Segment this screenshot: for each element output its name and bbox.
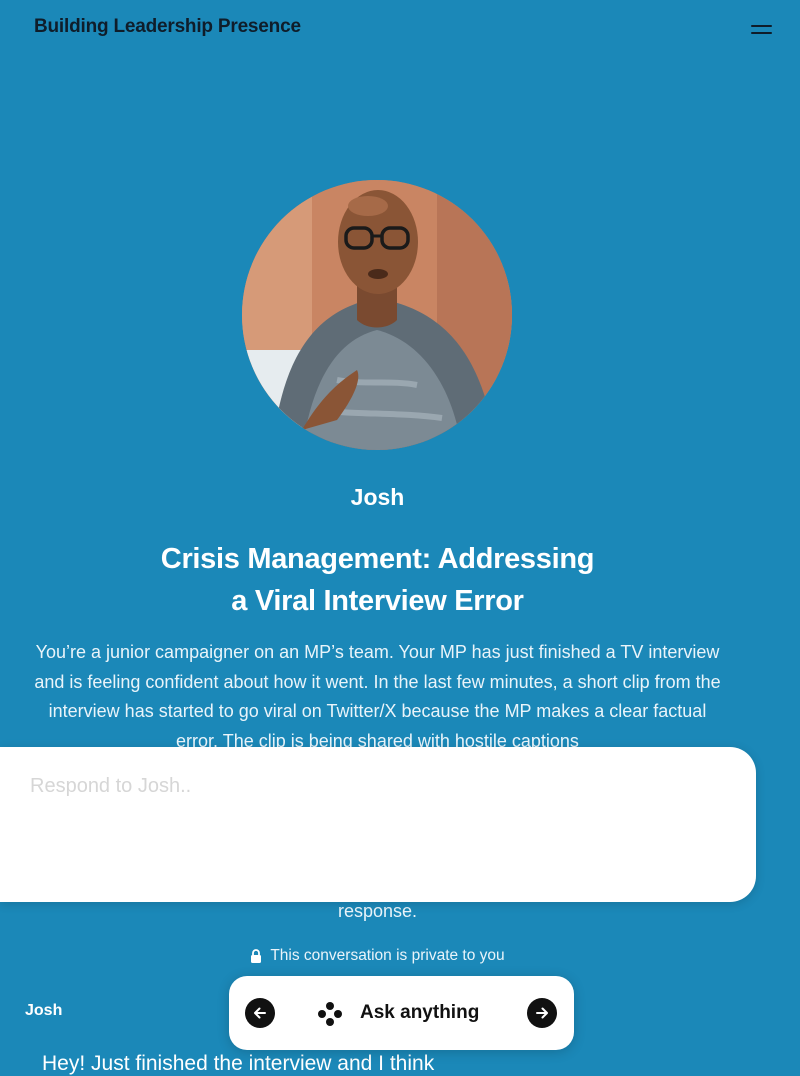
forward-button[interactable] [527,998,557,1028]
avatar [242,180,512,450]
back-button[interactable] [245,998,275,1028]
ask-anything-button[interactable]: Ask anything [360,1002,479,1024]
hamburger-menu-icon[interactable] [748,20,774,40]
persona-name: Josh [350,484,405,510]
privacy-notice: This conversation is private to you [0,947,755,965]
lock-icon [251,949,262,963]
scenario-title-line2: a Viral Interview Error [231,585,524,617]
app-title: Building Leadership Presence [34,16,301,37]
arrow-right-icon [536,1007,548,1019]
privacy-text: This conversation is private to you [270,947,505,964]
scenario-description-tail: response. [337,901,418,921]
action-bar: Ask anything [229,976,574,1050]
response-card [0,747,756,902]
first-message: Hey! Just finished the interview and I t… [42,1052,435,1075]
scenario-description: You’re a junior campaigner on an MP’s te… [34,642,721,748]
message-speaker: Josh [25,1002,63,1019]
avatar-photo [242,180,512,450]
sparkle-dots-icon [318,1002,342,1026]
scenario-title: Crisis Management: Addressing a Viral In… [0,538,755,622]
response-input[interactable] [28,773,722,887]
scenario-title-line1: Crisis Management: Addressing [160,543,595,575]
arrow-left-icon [254,1007,266,1019]
